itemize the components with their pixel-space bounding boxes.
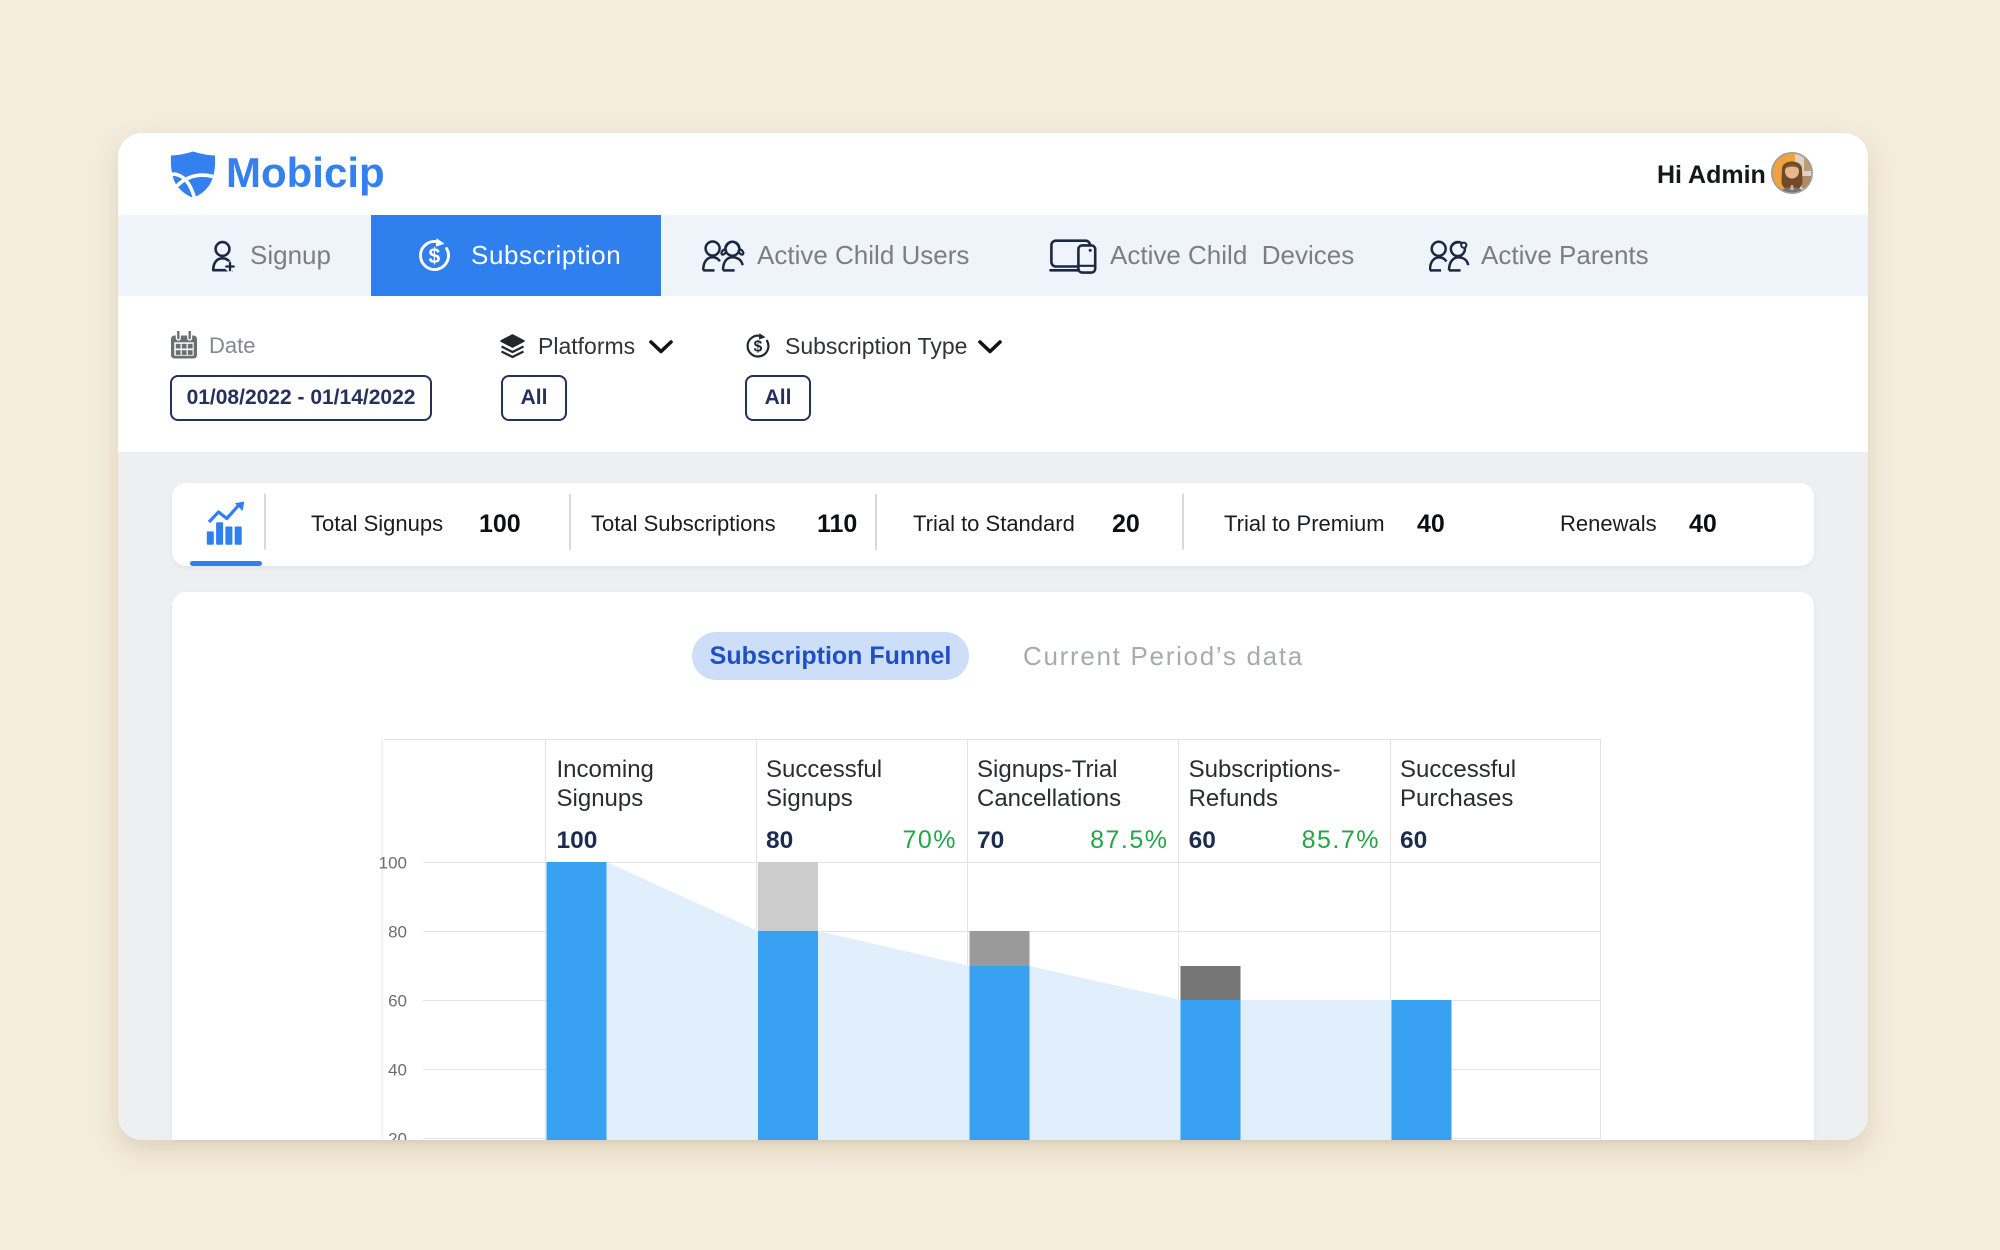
svg-text:Signups: Signups: [557, 785, 644, 812]
svg-text:Refunds: Refunds: [1189, 785, 1278, 812]
svg-text:Purchases: Purchases: [1400, 785, 1513, 812]
svg-text:Cancellations: Cancellations: [977, 785, 1121, 812]
svg-text:40: 40: [388, 1061, 407, 1080]
svg-text:80: 80: [766, 827, 793, 854]
svg-text:70%: 70%: [902, 826, 957, 854]
svg-text:70: 70: [977, 827, 1004, 854]
svg-text:60: 60: [388, 992, 407, 1011]
svg-text:60: 60: [1400, 827, 1427, 854]
svg-text:Signups: Signups: [766, 785, 853, 812]
svg-text:Subscriptions-: Subscriptions-: [1189, 756, 1341, 783]
svg-text:80: 80: [388, 923, 407, 942]
svg-text:20: 20: [388, 1130, 407, 1141]
svg-text:100: 100: [557, 827, 598, 854]
svg-text:87.5%: 87.5%: [1090, 826, 1168, 854]
svg-text:Incoming: Incoming: [557, 756, 654, 783]
svg-text:Signups-Trial: Signups-Trial: [977, 756, 1118, 783]
svg-text:Successful: Successful: [766, 756, 882, 783]
svg-text:$: $: [754, 339, 763, 356]
svg-text:$: $: [429, 245, 441, 268]
svg-text:100: 100: [379, 854, 407, 873]
svg-text:Successful: Successful: [1400, 756, 1516, 783]
svg-text:60: 60: [1189, 827, 1216, 854]
svg-text:85.7%: 85.7%: [1302, 826, 1380, 854]
